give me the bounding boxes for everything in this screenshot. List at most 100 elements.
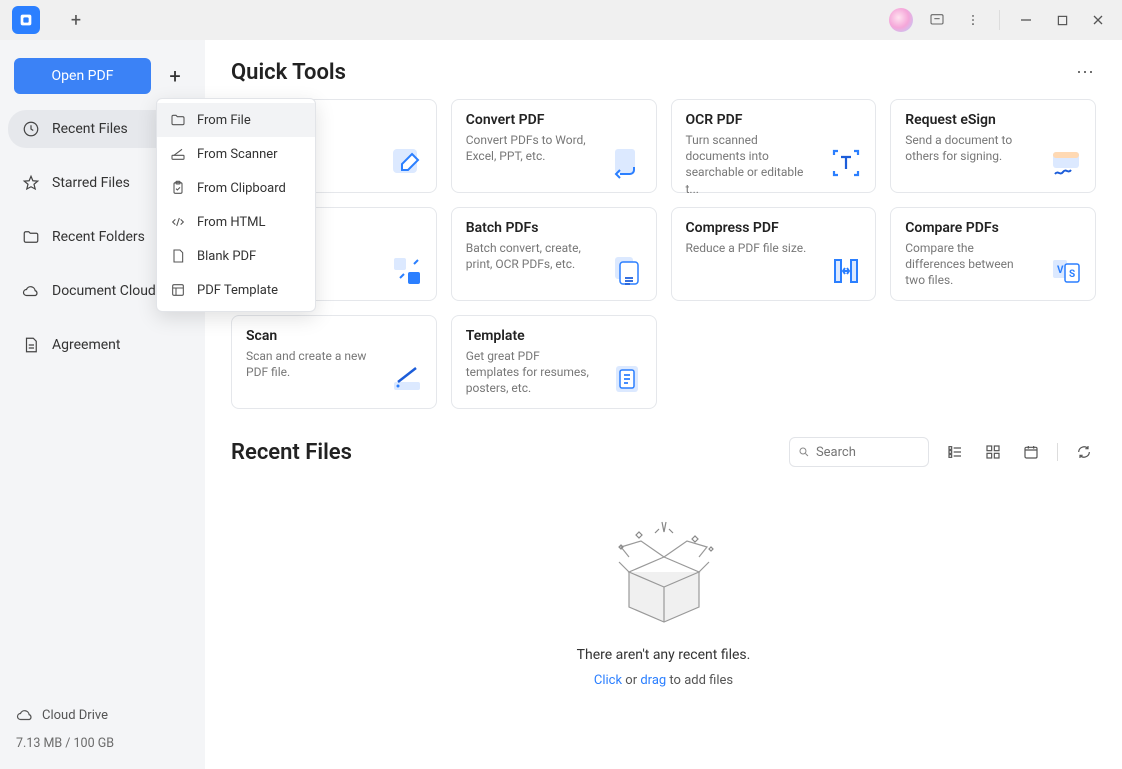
empty-drag-link[interactable]: drag [640, 673, 666, 688]
document-icon [22, 336, 40, 354]
create-pdf-dropdown: From File From Scanner From Clipboard From … [156, 98, 316, 312]
scan-icon [390, 362, 424, 396]
quick-tools-grid: mages inConvert PDFConvert PDFs to Word,… [231, 99, 1096, 409]
grid-view-button[interactable] [981, 440, 1005, 464]
search-input[interactable] [816, 445, 920, 460]
tool-card-scan[interactable]: Scan Scan and create a new PDF file. [231, 315, 437, 409]
tool-card-title: OCR PDF [686, 112, 862, 128]
app-logo [12, 6, 40, 34]
dropdown-item-from-clipboard[interactable]: From Clipboard [157, 171, 315, 205]
recent-files-title: Recent Files [231, 440, 352, 465]
tool-card-desc: Reduce a PDF file size. [686, 240, 816, 256]
dropdown-item-from-file[interactable]: From File [157, 103, 315, 137]
tool-card-esign[interactable]: Request eSign Send a document to others f… [890, 99, 1096, 193]
tool-card-desc: Get great PDF templates for resumes, pos… [466, 348, 596, 397]
tool-card-title: Request eSign [905, 112, 1081, 128]
dropdown-item-from-html[interactable]: From HTML [157, 205, 315, 239]
star-icon [22, 174, 40, 192]
create-pdf-plus-button[interactable]: + [159, 60, 191, 92]
empty-click-link[interactable]: Click [594, 673, 622, 688]
tool-card-batch[interactable]: Batch PDFs Batch convert, create, print, … [451, 207, 657, 301]
clock-icon [22, 120, 40, 138]
dropdown-item-label: From HTML [197, 215, 266, 230]
quick-tools-more-button[interactable]: ⋯ [1076, 62, 1096, 83]
empty-box-illustration [594, 507, 734, 637]
blank-page-icon [169, 247, 187, 265]
svg-text:S: S [1069, 269, 1075, 280]
tool-card-desc: Scan and create a new PDF file. [246, 348, 376, 380]
tool-card-compress[interactable]: Compress PDF Reduce a PDF file size. [671, 207, 877, 301]
svg-text:V: V [1057, 265, 1064, 276]
cloud-drive-label: Cloud Drive [42, 708, 108, 723]
titlebar-divider [999, 10, 1000, 30]
new-tab-button[interactable]: + [62, 6, 90, 34]
tool-card-desc: Convert PDFs to Word, Excel, PPT, etc. [466, 132, 596, 164]
dropdown-item-label: Blank PDF [197, 249, 256, 264]
sidebar-item-label: Recent Files [52, 121, 128, 137]
tool-card-ocr[interactable]: OCR PDFTurn scanned documents into searc… [671, 99, 877, 193]
more-vertical-icon[interactable] [957, 4, 989, 36]
cloud-icon [22, 282, 40, 300]
calendar-filter-button[interactable] [1019, 440, 1043, 464]
convert-icon [610, 146, 644, 180]
tool-card-convert[interactable]: Convert PDF Convert PDFs to Word, Excel, … [451, 99, 657, 193]
cloud-drive-button[interactable]: Cloud Drive [16, 706, 189, 724]
sidebar-item-label: Agreement [52, 337, 120, 353]
refresh-button[interactable] [1072, 440, 1096, 464]
empty-state: There aren't any recent files. Click or … [231, 487, 1096, 688]
search-box[interactable] [789, 437, 929, 467]
maximize-button[interactable] [1046, 4, 1078, 36]
dropdown-item-label: From File [197, 113, 251, 128]
tool-card-title: Template [466, 328, 642, 344]
esign-icon [1049, 146, 1083, 180]
compare-icon: VS [1049, 254, 1083, 288]
compress-icon [829, 254, 863, 288]
tool-card-title: Scan [246, 328, 422, 344]
feedback-icon[interactable] [921, 4, 953, 36]
open-pdf-button[interactable]: Open PDF [14, 58, 151, 94]
close-button[interactable] [1082, 4, 1114, 36]
user-avatar[interactable] [885, 4, 917, 36]
tool-card-desc: Compare the differences between two file… [905, 240, 1035, 289]
empty-state-hint: Click or drag to add files [594, 673, 733, 688]
tool-card-desc: Send a document to others for signing. [905, 132, 1035, 164]
tool-card-desc: Turn scanned documents into searchable o… [686, 132, 816, 197]
cloud-icon [16, 706, 34, 724]
create-icon [390, 146, 424, 180]
tool-card-title: Convert PDF [466, 112, 642, 128]
dropdown-item-label: PDF Template [197, 283, 278, 298]
dropdown-item-label: From Scanner [197, 147, 278, 162]
template-card-icon [610, 362, 644, 396]
template-icon [169, 281, 187, 299]
tool-card-title: Compress PDF [686, 220, 862, 236]
minimize-button[interactable] [1010, 4, 1042, 36]
storage-usage-text: 7.13 MB / 100 GB [16, 736, 189, 751]
sidebar-item-label: Recent Folders [52, 229, 145, 245]
dropdown-item-blank-pdf[interactable]: Blank PDF [157, 239, 315, 273]
quick-tools-title: Quick Tools [231, 60, 346, 85]
combine-icon [390, 254, 424, 288]
main-content: Quick Tools ⋯ mages inConvert PDFConvert… [205, 40, 1122, 769]
search-icon [798, 445, 810, 459]
sidebar-item-label: Starred Files [52, 175, 130, 191]
clipboard-icon [169, 179, 187, 197]
dropdown-item-pdf-template[interactable]: PDF Template [157, 273, 315, 307]
html-icon [169, 213, 187, 231]
sidebar-item-label: Document Cloud [52, 283, 156, 299]
scanner-icon [169, 145, 187, 163]
tool-card-title: Batch PDFs [466, 220, 642, 236]
tool-card-desc: Batch convert, create, print, OCR PDFs, … [466, 240, 596, 272]
list-view-button[interactable] [943, 440, 967, 464]
folder-outline-icon [169, 111, 187, 129]
tool-card-compare[interactable]: Compare PDFs Compare the differences betw… [890, 207, 1096, 301]
dropdown-item-from-scanner[interactable]: From Scanner [157, 137, 315, 171]
sidebar-item-agreement[interactable]: Agreement [8, 326, 197, 364]
titlebar: + [0, 0, 1122, 40]
batch-icon [610, 254, 644, 288]
tool-card-title: Compare PDFs [905, 220, 1081, 236]
ocr-icon [829, 146, 863, 180]
dropdown-item-label: From Clipboard [197, 181, 286, 196]
folder-icon [22, 228, 40, 246]
empty-state-text: There aren't any recent files. [577, 647, 751, 663]
tool-card-template-card[interactable]: Template Get great PDF templates for resu… [451, 315, 657, 409]
